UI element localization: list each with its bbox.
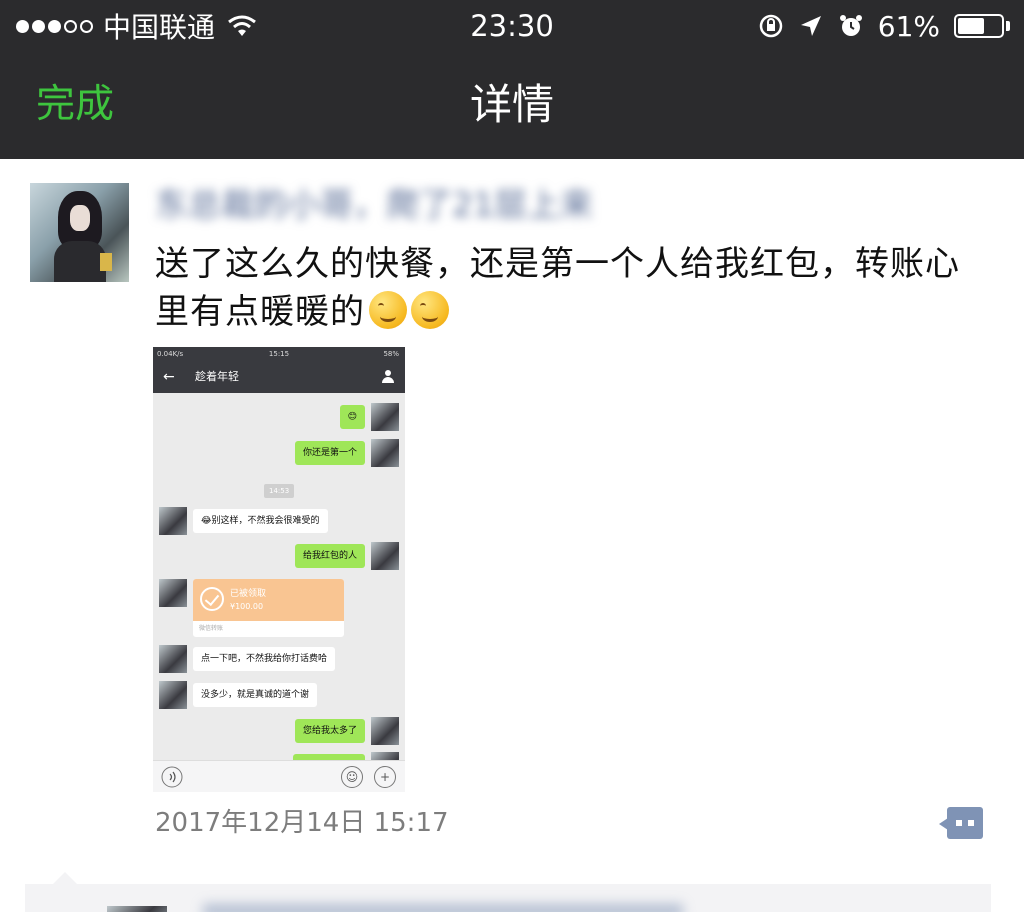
status-right: 61% xyxy=(758,6,1010,46)
post-date: 2017年12月14日 15:17 xyxy=(155,808,449,838)
shot-avatar xyxy=(159,507,187,535)
status-bar: 中国联通 23:30 61% xyxy=(0,0,1024,50)
shot-avatar xyxy=(371,542,399,570)
shot-bubble: 😂别这样，不然我会很难受的 xyxy=(193,509,328,533)
comment-avatar xyxy=(107,906,167,912)
shot-bubble: 点一下吧，不然我给你打话费哈 xyxy=(193,647,336,671)
signal-icon xyxy=(16,19,93,33)
shot-time: 15:15 xyxy=(268,350,290,358)
carrier-label: 中国联通 xyxy=(103,11,216,44)
post-text-line1: 送了这么久的快餐，还是第一个人给我红包，转账心 xyxy=(155,244,960,284)
nav-bar: 完成 详情 xyxy=(0,50,1024,159)
author-name[interactable]: 东总裁的小哥，爬了21层上来 xyxy=(155,182,715,228)
red-packet-amount: ¥100.00 xyxy=(230,602,264,611)
shot-avatar xyxy=(159,645,187,673)
shot-time-chip: 14:53 xyxy=(264,484,295,498)
emoji-icon: ☺ xyxy=(341,766,363,788)
author-avatar[interactable] xyxy=(30,183,129,282)
alarm-icon xyxy=(839,15,862,36)
shot-back-icon: ← xyxy=(163,369,175,385)
rotation-lock-icon xyxy=(759,14,783,38)
comment-area xyxy=(25,872,991,912)
shot-contact-icon xyxy=(381,370,395,384)
plus-icon: + xyxy=(374,766,396,788)
red-packet-footer: 微信转账 xyxy=(199,625,224,632)
comment-icon[interactable] xyxy=(939,807,985,839)
done-button[interactable]: 完成 xyxy=(36,50,114,159)
battery-percent: 61% xyxy=(877,9,940,43)
voice-icon xyxy=(161,766,183,788)
post-image[interactable]: 0.04K/s 15:15 58% ← 趁着年轻 😊 你还是第一个 14:53 … xyxy=(153,347,405,792)
status-left: 中国联通 xyxy=(16,6,257,46)
shot-nav-bar: ← 趁着年轻 xyxy=(153,361,405,393)
shot-bubble: 😊 xyxy=(339,405,365,429)
comment-name xyxy=(203,904,683,912)
shot-input-bar: ☺ + xyxy=(153,760,405,792)
wifi-icon xyxy=(228,15,256,36)
smile-emoji-icon xyxy=(369,291,407,329)
shot-chat-title: 趁着年轻 xyxy=(195,370,239,383)
shot-avatar xyxy=(371,403,399,431)
smile-emoji-icon xyxy=(411,291,449,329)
post-text-line2: 里有点暖暖的 xyxy=(155,292,365,332)
shot-status-bar: 0.04K/s 15:15 58% xyxy=(153,347,405,361)
shot-avatar xyxy=(371,717,399,745)
shot-bubble: 没多少，就是真诚的道个谢 xyxy=(193,683,318,707)
shot-avatar xyxy=(159,579,187,607)
shot-bubble: 您给我太多了 xyxy=(294,719,365,743)
red-packet-status: 已被领取 xyxy=(230,589,267,599)
shot-bubble: 你还是第一个 xyxy=(294,441,365,465)
shot-avatar xyxy=(159,681,187,709)
shot-red-packet: 已被领取 ¥100.00 微信转账 xyxy=(193,579,344,637)
post-text: 送了这么久的快餐，还是第一个人给我红包，转账心 里有点暖暖的 xyxy=(155,240,1005,336)
shot-avatar xyxy=(371,439,399,467)
location-arrow-icon xyxy=(800,16,821,36)
shot-battery: 58% xyxy=(383,350,399,358)
check-icon xyxy=(200,587,224,611)
page-title: 详情 xyxy=(469,80,554,129)
battery-icon xyxy=(954,14,1010,38)
shot-bubble: 给我红包的人 xyxy=(294,544,365,568)
